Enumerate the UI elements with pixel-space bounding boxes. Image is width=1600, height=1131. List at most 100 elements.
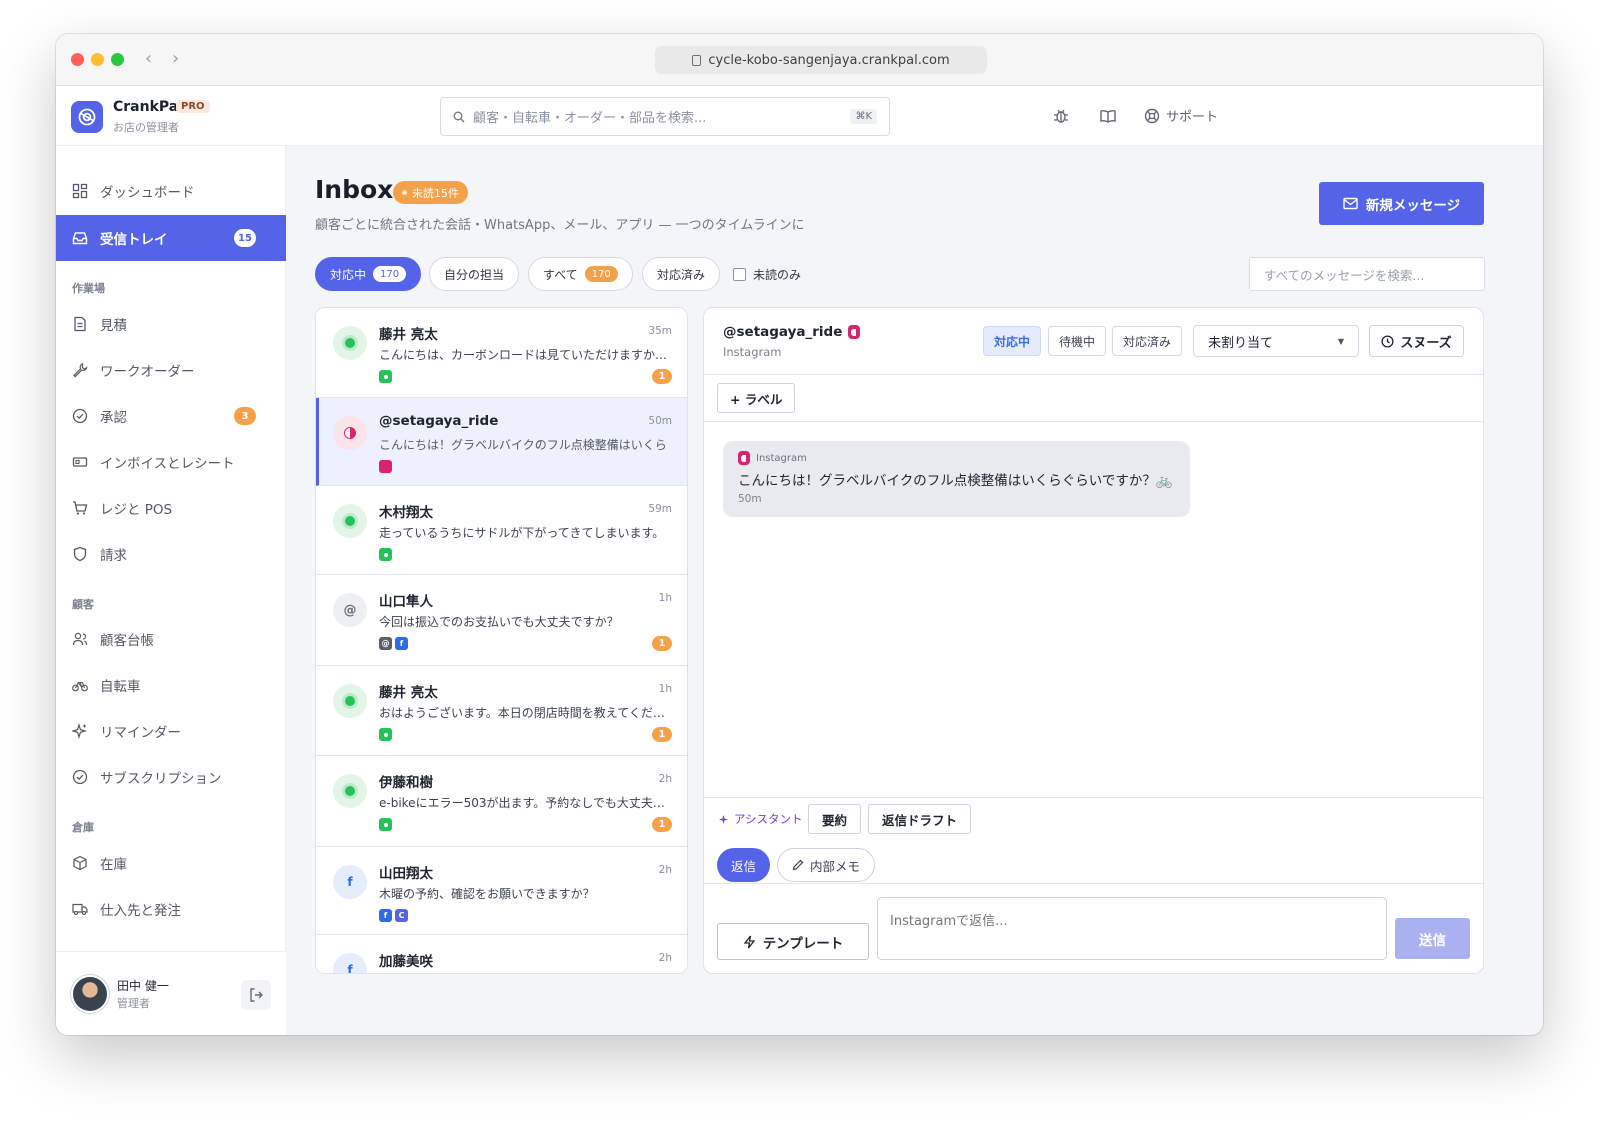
whatsapp-avatar-icon — [333, 684, 367, 718]
filter-resolved[interactable]: 対応済み — [642, 257, 721, 291]
snooze-button[interactable]: スヌーズ — [1369, 325, 1464, 357]
unread-count-badge: 未読15件 — [393, 181, 468, 204]
sidebar-item-inbox[interactable]: 受信トレイ 15 — [56, 215, 286, 261]
zoom-window-button[interactable] — [111, 53, 124, 66]
sidebar-item-billing[interactable]: 請求 — [56, 531, 286, 577]
conversation-item-selected[interactable]: @setagaya_ride 50m こんにちは！グラベルバイクのフル点検整備は… — [316, 398, 687, 486]
conversation-time: 59m — [648, 503, 672, 515]
truck-icon — [72, 901, 88, 917]
reply-draft-button[interactable]: 返信ドラフト — [868, 804, 972, 834]
box-icon — [72, 855, 88, 871]
sidebar-item-label: リマインダー — [100, 725, 181, 741]
avatar[interactable] — [71, 975, 109, 1013]
message-search-input[interactable]: すべてのメッセージを検索... — [1249, 257, 1485, 291]
filter-label: 対応中 — [330, 267, 367, 282]
internal-memo-tab[interactable]: 内部メモ — [777, 848, 876, 882]
reply-tab[interactable]: 返信 — [717, 848, 771, 882]
chat-icon: C — [395, 909, 408, 922]
send-button[interactable]: 送信 — [1395, 918, 1470, 959]
conversation-detail: @setagaya_ride Instagram 対応中 待機中 対応済み 未割… — [703, 307, 1484, 974]
divider — [704, 797, 1483, 798]
pro-badge: PRO — [176, 100, 210, 113]
assistant-label[interactable]: アシスタント — [719, 811, 803, 827]
sidebar-item-invoices[interactable]: インボイスとレシート — [56, 439, 286, 485]
message-search-placeholder: すべてのメッセージを検索... — [1264, 267, 1425, 283]
assignee-select[interactable]: 未割り当て ▼ — [1193, 325, 1359, 357]
new-message-button[interactable]: 新規メッセージ — [1319, 182, 1484, 225]
conversation-item[interactable]: f 山田翔太 2h 木曜の予約、確認をお願いできますか？ fC — [316, 847, 687, 935]
email-avatar-icon: @ — [333, 593, 367, 627]
assistant-label-text: アシスタント — [734, 812, 803, 826]
sidebar-item-dashboard[interactable]: ダッシュボード — [56, 168, 286, 214]
approvals-count-badge: 3 — [234, 407, 256, 425]
status-resolved-button[interactable]: 対応済み — [1112, 326, 1183, 356]
divider — [704, 421, 1483, 422]
filter-count: 170 — [373, 266, 407, 282]
sidebar-item-subscriptions[interactable]: サブスクリプション — [56, 754, 286, 800]
support-link[interactable]: サポート — [1144, 106, 1218, 125]
contact-channel: Instagram — [723, 345, 782, 359]
brand-name: CrankPal — [113, 99, 184, 115]
whatsapp-icon — [379, 548, 392, 561]
conversation-item[interactable]: 藤井 亮太 1h おはようございます。本日の閉店時間を教えてくだ… 1 — [316, 666, 687, 756]
sidebar-item-label: 受信トレイ — [100, 232, 168, 248]
instagram-icon — [379, 460, 392, 473]
logout-button[interactable] — [241, 980, 271, 1010]
whatsapp-avatar-icon — [333, 774, 367, 808]
back-arrow-icon[interactable]: ‹ — [145, 48, 152, 69]
close-window-button[interactable] — [71, 53, 84, 66]
bug-icon[interactable] — [1052, 107, 1070, 125]
filter-label: 対応済み — [657, 267, 706, 282]
sidebar-item-label: 在庫 — [100, 857, 127, 873]
conversation-name: @setagaya_ride — [379, 413, 499, 429]
sidebar-item-suppliers[interactable]: 仕入先と発注 — [56, 886, 286, 932]
conversation-item[interactable]: 藤井 亮太 35m こんにちは、カーボンロードは見ていただけますか… 1 — [316, 308, 687, 398]
sidebar-item-customer-ledger[interactable]: 顧客台帳 — [56, 616, 286, 662]
checkbox-box[interactable] — [733, 268, 746, 281]
sidebar-item-pos[interactable]: レジと POS — [56, 485, 286, 531]
sidebar-item-bicycles[interactable]: 自転車 — [56, 662, 286, 708]
whatsapp-avatar-icon — [333, 504, 367, 538]
snooze-label: スヌーズ — [1400, 335, 1452, 351]
conversation-time: 1h — [658, 592, 672, 604]
book-icon[interactable] — [1099, 107, 1117, 125]
pencil-icon — [792, 859, 804, 871]
sidebar-item-reminders[interactable]: リマインダー — [56, 708, 286, 754]
forward-arrow-icon[interactable]: › — [172, 48, 179, 69]
conversation-item[interactable]: 木村翔太 59m 走っているうちにサドルが下がってきてしまいます。 — [316, 486, 687, 575]
global-search-input[interactable]: 顧客・自転車・オーダー・部品を検索... ⌘K — [440, 97, 890, 136]
conversation-item[interactable]: @ 山口隼人 1h 今回は振込でのお支払いでも大丈夫ですか？ @ f 1 — [316, 575, 687, 666]
template-button[interactable]: テンプレート — [717, 923, 869, 960]
unread-only-checkbox[interactable]: 未読のみ — [733, 266, 801, 283]
unread-count-badge: 1 — [652, 727, 672, 742]
divider — [704, 374, 1483, 375]
status-waiting-button[interactable]: 待機中 — [1048, 326, 1107, 356]
url-bar[interactable]: cycle-kobo-sangenjaya.crankpal.com — [655, 46, 987, 74]
instagram-avatar-icon — [333, 416, 367, 450]
sidebar-item-label: 仕入先と発注 — [100, 903, 181, 919]
check-circle-icon — [72, 408, 88, 424]
sidebar-item-inventory[interactable]: 在庫 — [56, 840, 286, 886]
message-bubble: Instagram こんにちは！グラベルバイクのフル点検整備はいくらぐらいですか… — [723, 441, 1190, 517]
sidebar-item-work-orders[interactable]: ワークオーダー — [56, 347, 286, 393]
conversation-item[interactable]: 伊藤和樹 2h e-bikeにエラー503が出ます。予約なしでも大丈夫… 1 — [316, 756, 687, 847]
conversation-time: 2h — [658, 864, 672, 876]
whatsapp-icon — [379, 818, 392, 831]
conversation-name: 木村翔太 — [379, 505, 433, 521]
filter-all[interactable]: すべて 170 — [528, 257, 633, 291]
add-label-button[interactable]: + ラベル — [717, 383, 796, 413]
sidebar-item-approvals[interactable]: 承認 3 — [56, 393, 286, 439]
reply-input[interactable] — [877, 897, 1387, 960]
conversation-time: 1h — [658, 683, 672, 695]
filter-label: 自分の担当 — [444, 267, 505, 282]
summarize-button[interactable]: 要約 — [808, 804, 862, 834]
status-in-progress-button[interactable]: 対応中 — [983, 326, 1042, 356]
filter-mine[interactable]: 自分の担当 — [429, 257, 520, 291]
minimize-window-button[interactable] — [91, 53, 104, 66]
sidebar-item-label: 自転車 — [100, 679, 141, 695]
conversation-item[interactable]: f 加藤美咲 2h — [316, 935, 687, 973]
sidebar-item-estimates[interactable]: 見積 — [56, 301, 286, 347]
filter-in-progress[interactable]: 対応中 170 — [315, 257, 422, 291]
sparkle-icon — [72, 723, 88, 739]
crankpal-logo-icon[interactable] — [71, 101, 103, 133]
